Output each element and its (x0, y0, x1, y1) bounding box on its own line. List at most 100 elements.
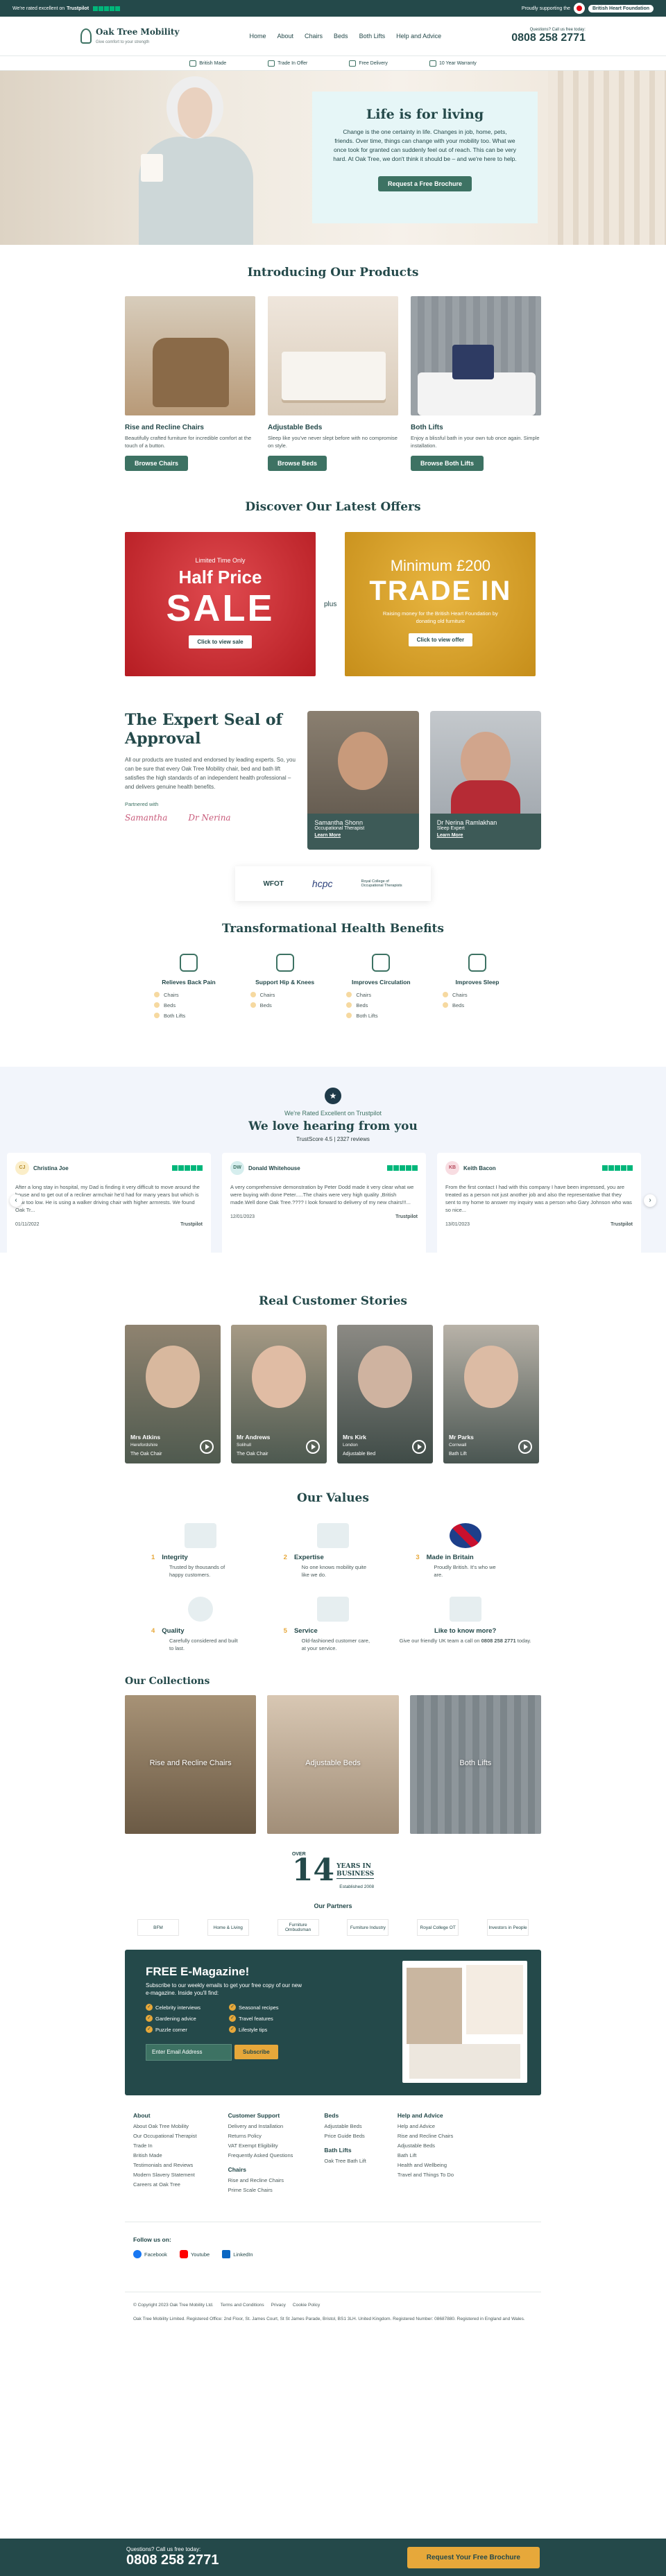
review-card: CJ Christina Joe After a long stay in hos… (7, 1153, 211, 1255)
play-icon[interactable] (412, 1440, 426, 1454)
learn-more-link[interactable]: Learn More (437, 833, 463, 838)
partner-logo[interactable]: Home & Living (207, 1919, 249, 1936)
next-arrow-icon[interactable]: › (644, 1194, 656, 1207)
reviewer-name: Donald Whitehouse (248, 1165, 300, 1171)
footer-link[interactable]: British Made (133, 2151, 197, 2161)
story-card[interactable]: Mrs Kirk London Adjustable Bed (337, 1325, 433, 1463)
product-desc: Beautifully crafted furniture for incred… (125, 435, 252, 449)
collection-tile[interactable]: Adjustable Beds (267, 1695, 399, 1834)
story-card[interactable]: Mrs Atkins Herefordshire The Oak Chair (125, 1325, 221, 1463)
footer-link[interactable]: Modern Slavery Statement (133, 2170, 197, 2180)
collection-tile[interactable]: Rise and Recline Chairs (125, 1695, 257, 1834)
partner-logo[interactable]: Furniture Industry (347, 1919, 389, 1936)
avatar: DW (230, 1161, 244, 1175)
nav-beds[interactable]: Beds (334, 33, 348, 40)
product-name: Adjustable Beds (268, 424, 323, 431)
bed-image[interactable] (268, 296, 398, 415)
footer-link[interactable]: Bath Lift (398, 2151, 454, 2161)
footer-link[interactable]: Adjustable Beds (324, 2122, 366, 2131)
value-name: Expertise (293, 1554, 324, 1561)
header-phone[interactable]: Questions? Call us free today: 0808 258 … (511, 28, 586, 44)
footer-link[interactable]: Returns Policy (228, 2131, 293, 2141)
nav-help[interactable]: Help and Advice (396, 33, 441, 40)
browse-beds-button[interactable]: Browse Beds (268, 456, 327, 471)
footer-link[interactable]: Travel and Things To Do (398, 2170, 454, 2180)
rating-stars-icon (172, 1165, 203, 1171)
footer-link[interactable]: Trade In (133, 2141, 197, 2151)
facebook-link[interactable]: Facebook (133, 2250, 167, 2258)
nav-about[interactable]: About (278, 33, 294, 40)
youtube-link[interactable]: Youtube (179, 2250, 210, 2258)
expert-card[interactable]: Dr Nerina Ramlakhan Sleep Expert Learn Mor… (429, 711, 542, 850)
trustscore: TrustScore 4.5 | 2327 reviews (296, 1136, 370, 1142)
browse-chairs-button[interactable]: Browse Chairs (125, 456, 189, 471)
sale-offer-banner[interactable]: Limited Time Only Half Price SALE Click … (125, 532, 316, 676)
footer-link[interactable]: Delivery and Installation (228, 2122, 293, 2131)
footer-link[interactable]: Adjustable Beds (398, 2141, 454, 2151)
trade-note: Raising money for the British Heart Foun… (382, 610, 498, 624)
privacy-link[interactable]: Privacy (271, 2302, 286, 2309)
story-card[interactable]: Mr Andrews Solihull The Oak Chair (231, 1325, 327, 1463)
value-item: 2 Expertise No one knows mobility quite li… (267, 1523, 400, 1579)
browse-both-lifts-button[interactable]: Browse Both Lifts (411, 456, 484, 471)
play-icon[interactable] (306, 1440, 320, 1454)
footer-link[interactable]: Price Guide Beds (324, 2131, 366, 2141)
phone-number[interactable]: 0808 258 2771 (511, 32, 586, 44)
footer-link[interactable]: Our Occupational Therapist (133, 2131, 197, 2141)
footer-link[interactable]: Rise and Recline Chairs (228, 2176, 293, 2186)
cta-phone[interactable]: 0808 258 2771 (481, 1638, 516, 1644)
linkedin-link[interactable]: LinkedIn (222, 2250, 253, 2258)
play-icon[interactable] (518, 1440, 532, 1454)
footer-link[interactable]: Frequently Asked Questions (228, 2151, 293, 2161)
benefit-item: Improves Circulation Chairs Beds Both Lift… (342, 954, 420, 1021)
trustpilot-label: Trustpilot (395, 1214, 418, 1219)
terms-link[interactable]: Terms and Conditions (221, 2302, 264, 2309)
trade-in-offer-banner[interactable]: Minimum £200 TRADE IN Raising money for … (345, 532, 536, 676)
trade-icon (268, 60, 275, 67)
story-card[interactable]: Mr Parks Cornwall Bath Lift (443, 1325, 539, 1463)
nav-chairs[interactable]: Chairs (305, 33, 323, 40)
magazine-feature: Lifestyle tips (229, 2026, 298, 2033)
footer-link[interactable]: Oak Tree Bath Lift (324, 2156, 366, 2166)
prev-arrow-icon[interactable]: ‹ (10, 1194, 22, 1207)
bottombar-label: Questions? Call us free today: (126, 2546, 201, 2552)
nav-home[interactable]: Home (249, 33, 266, 40)
benefit-item: Support Hip & Knees Chairs Beds (246, 954, 324, 1021)
curtain-image (548, 71, 666, 245)
collection-tile[interactable]: Both Lifts (409, 1695, 541, 1834)
footer-link[interactable]: Careers at Oak Tree (133, 2180, 197, 2190)
cookie-link[interactable]: Cookie Policy (293, 2302, 320, 2309)
play-icon[interactable] (200, 1440, 214, 1454)
footer-link[interactable]: Help and Advice (398, 2122, 454, 2131)
benefit-product: Beds (150, 1000, 228, 1011)
expert-card[interactable]: Samantha Shonn Occupational Therapist Lear… (307, 711, 419, 850)
nav-both-lifts[interactable]: Both Lifts (359, 33, 386, 40)
stories-title: Real Customer Stories (259, 1294, 407, 1308)
subscribe-button[interactable]: Subscribe (234, 2045, 278, 2059)
flag-icon (189, 60, 197, 67)
request-brochure-button[interactable]: Request a Free Brochure (377, 176, 472, 191)
bhf-label[interactable]: British Heart Foundation (588, 4, 654, 12)
chair-image[interactable] (125, 296, 255, 415)
partner-logo[interactable]: Investors in People (486, 1919, 529, 1936)
partner-logo[interactable]: Royal College OT (417, 1919, 459, 1936)
contact-cta[interactable]: Like to know more? Give our friendly UK … (399, 1597, 531, 1652)
logo[interactable]: Oak Tree Mobility Give comfort to your s… (80, 27, 179, 45)
bath-lift-image[interactable] (411, 296, 541, 415)
view-sale-button[interactable]: Click to view sale (189, 635, 252, 649)
footer-link[interactable]: About Oak Tree Mobility (133, 2122, 197, 2131)
footer-link[interactable]: Testimonials and Reviews (133, 2161, 197, 2170)
footer-link[interactable]: Prime Scale Chairs (228, 2186, 293, 2195)
bottombar-phone[interactable]: 0808 258 2771 (126, 2552, 219, 2568)
value-text: Proudly British. It's who we are. (434, 1564, 496, 1578)
footer-link[interactable]: Rise and Recline Chairs (398, 2131, 454, 2141)
request-free-brochure-button[interactable]: Request Your Free Brochure (407, 2546, 540, 2568)
footer-link[interactable]: Health and Wellbeing (398, 2161, 454, 2170)
footer-link[interactable]: VAT Exempt Eligibility (228, 2141, 293, 2151)
partner-logo[interactable]: BFM (137, 1919, 179, 1936)
partner-logo[interactable]: Furniture Ombudsman (277, 1919, 319, 1936)
view-offer-button[interactable]: Click to view offer (408, 633, 473, 646)
learn-more-link[interactable]: Learn More (314, 833, 341, 838)
trustpilot-label[interactable]: Trustpilot (67, 6, 89, 11)
email-input[interactable]: Enter Email Address (146, 2044, 232, 2061)
